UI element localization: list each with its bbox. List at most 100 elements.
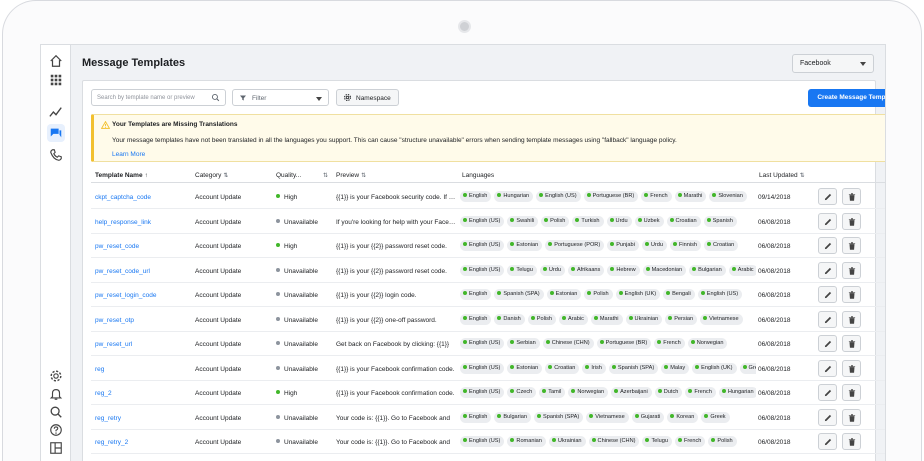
language-chip: Bulgarian — [494, 411, 531, 423]
template-last-updated: 06/08/2018 — [758, 414, 791, 422]
language-chip: English — [460, 313, 492, 325]
insights-icon[interactable] — [48, 104, 64, 120]
language-chip: French — [641, 191, 672, 202]
chat-icon[interactable] — [47, 124, 65, 142]
status-dot-icon — [707, 242, 712, 246]
search-icon — [211, 93, 220, 102]
edit-template-button[interactable] — [818, 188, 837, 205]
template-name-link[interactable]: reg — [95, 366, 104, 373]
edit-template-button[interactable] — [818, 359, 837, 377]
namespace-label: Namespace — [356, 95, 391, 102]
delete-template-button[interactable] — [842, 212, 861, 230]
help-icon[interactable] — [48, 422, 64, 438]
edit-template-button[interactable] — [818, 335, 837, 352]
language-chip: Norwegian — [568, 387, 609, 398]
search-icon[interactable] — [48, 404, 64, 420]
bell-icon[interactable] — [48, 386, 64, 402]
delete-template-button[interactable] — [842, 359, 861, 377]
header-quality-sort[interactable]: ⇅ — [323, 172, 328, 179]
delete-template-button[interactable] — [842, 433, 861, 450]
template-name-link[interactable]: pw_reset_code — [95, 243, 139, 250]
status-dot-icon — [549, 291, 554, 295]
delete-template-button[interactable] — [842, 408, 861, 426]
status-dot-icon — [497, 413, 502, 418]
language-chip: English (UK) — [692, 362, 737, 374]
status-dot-icon — [510, 364, 515, 369]
language-chip: Croatian — [704, 240, 739, 251]
status-dot-icon — [712, 193, 717, 197]
template-name-link[interactable]: reg_2 — [95, 390, 112, 397]
edit-template-button[interactable] — [818, 286, 837, 303]
template-quality: Unavailable — [276, 414, 318, 422]
create-template-button[interactable]: Create Message Template — [808, 89, 885, 107]
pencil-icon — [824, 365, 832, 372]
namespace-button[interactable]: Namespace — [336, 89, 399, 106]
delete-template-button[interactable] — [842, 188, 861, 205]
delete-template-button[interactable] — [842, 310, 861, 328]
delete-template-button[interactable] — [842, 335, 861, 352]
language-chip: Hungarian — [494, 191, 534, 202]
phone-icon[interactable] — [48, 147, 64, 163]
template-preview: {{1}} is your {{2}} password reset code. — [336, 243, 447, 250]
table-row: pw_reset_otp Account Update Unavailable {{1… — [91, 308, 885, 332]
edit-template-button[interactable] — [818, 384, 837, 401]
learn-more-link[interactable]: Learn More — [112, 151, 145, 158]
status-dot-icon — [530, 315, 535, 320]
status-dot-icon — [497, 193, 502, 197]
status-dot-icon — [611, 364, 616, 369]
delete-template-button[interactable] — [842, 286, 861, 303]
language-chip: English (US) — [460, 387, 505, 398]
language-chip: Slovenian — [709, 191, 747, 202]
template-name-link[interactable]: pw_reset_otp — [95, 317, 134, 324]
template-name-link[interactable]: reg_retry_2 — [95, 439, 128, 446]
panel-icon[interactable] — [48, 440, 64, 456]
template-last-updated: 06/08/2018 — [758, 390, 791, 397]
template-name-link[interactable]: ckpt_captcha_code — [95, 194, 151, 201]
home-icon[interactable] — [48, 53, 64, 69]
header-preview[interactable]: Preview ⇅ — [336, 172, 366, 179]
language-chip: Spanish — [703, 215, 737, 227]
template-name-link[interactable]: pw_reset_code_url — [95, 268, 150, 275]
edit-template-button[interactable] — [818, 237, 837, 254]
template-preview: {{1}} is your {{2}} password reset code. — [336, 267, 447, 275]
status-dot-icon — [593, 315, 598, 320]
delete-template-button[interactable] — [842, 237, 861, 254]
template-category: Account Update — [195, 341, 242, 348]
template-quality: Unavailable — [276, 218, 318, 226]
search-input[interactable]: Search by template name or preview — [91, 89, 226, 106]
table-row: pw_reset_code Account Update High {{1}} is … — [91, 234, 885, 258]
status-dot-icon — [463, 217, 467, 222]
status-dot-icon — [585, 364, 590, 369]
filter-select[interactable]: Filter — [232, 89, 329, 106]
status-dot-icon — [700, 291, 705, 295]
settings-icon[interactable] — [48, 368, 64, 384]
status-dot-icon — [670, 413, 675, 418]
template-name-link[interactable]: reg_retry — [95, 415, 121, 422]
edit-template-button[interactable] — [818, 212, 837, 230]
edit-template-button[interactable] — [818, 310, 837, 328]
header-last-updated[interactable]: Last Updated ⇅ — [759, 172, 805, 179]
edit-template-button[interactable] — [818, 433, 837, 450]
template-name-link[interactable]: help_response_link — [95, 219, 151, 226]
header-template-name[interactable]: Template Name ↑ — [95, 172, 148, 179]
header-category[interactable]: Category ⇅ — [195, 172, 228, 179]
status-dot-icon — [463, 438, 467, 442]
status-dot-icon — [644, 242, 649, 246]
template-quality: High — [276, 194, 297, 201]
delete-template-button[interactable] — [842, 384, 861, 401]
language-chip: Estonian — [546, 289, 582, 300]
header-quality[interactable]: Quality... — [276, 172, 301, 179]
edit-template-button[interactable] — [818, 408, 837, 426]
banner-text: Your message templates have not been tra… — [112, 137, 677, 144]
status-dot-icon — [645, 266, 650, 271]
template-name-link[interactable]: pw_reset_url — [95, 341, 132, 348]
edit-template-button[interactable] — [818, 261, 837, 279]
quality-dot-icon — [276, 439, 280, 443]
apps-grid-icon[interactable] — [48, 72, 64, 88]
delete-template-button[interactable] — [842, 261, 861, 279]
template-name-link[interactable]: pw_reset_login_code — [95, 292, 156, 299]
platform-select[interactable]: Facebook — [792, 54, 874, 73]
language-chip: Romanian — [507, 436, 546, 447]
status-dot-icon — [634, 413, 639, 418]
language-chip: Portuguese (BR) — [583, 191, 639, 202]
